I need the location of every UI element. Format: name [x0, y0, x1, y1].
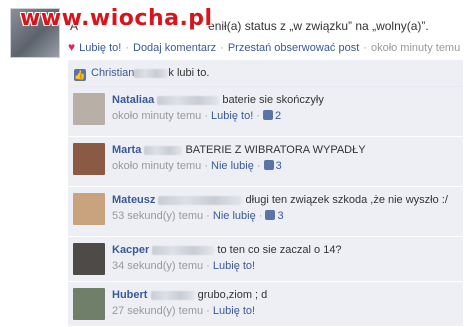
commenter-avatar[interactable]	[73, 288, 105, 320]
commenter-avatar[interactable]	[73, 243, 105, 275]
commenter-avatar[interactable]	[73, 193, 105, 225]
comment-text: to ten co sie zaczal o 14?	[217, 244, 342, 256]
comment-like-link[interactable]: Lubię to!	[211, 110, 253, 122]
comment-like-count[interactable]: 3	[263, 160, 282, 172]
post-timestamp: około minuty temu	[370, 42, 461, 54]
comment-item: Hubert grubo,ziom ; d 27 sekund(y) temu …	[68, 282, 463, 327]
comment-text: BATERIE Z WIBRATORA WYPADŁY	[185, 144, 366, 156]
comment-like-link[interactable]: Lubię to!	[213, 260, 255, 272]
comment-time: około minuty temu	[112, 110, 202, 122]
comment-text: długi ten związek szkoda ,że nie wyszło …	[245, 194, 448, 206]
comment-like-link[interactable]: Lubię to!	[213, 305, 255, 317]
comment-author[interactable]: Mateusz	[112, 194, 155, 206]
comment-like-link[interactable]: Nie lubię	[213, 210, 256, 222]
unfollow-post-link[interactable]: Przestań obserwować post	[228, 42, 359, 54]
comment-like-count[interactable]: 2	[263, 110, 281, 122]
comment-author[interactable]: Marta	[112, 144, 141, 156]
comment-author[interactable]: Nataliaa	[112, 94, 154, 106]
obscured-surname	[150, 290, 195, 300]
likes-suffix: k lubi to.	[168, 67, 210, 79]
comment-text: baterie sie skończyły	[222, 94, 324, 106]
like-post-link[interactable]: Lubię to!	[79, 42, 121, 54]
comment-like-count[interactable]: 3	[265, 210, 284, 222]
obscured-surname	[134, 68, 169, 78]
commenter-avatar[interactable]	[73, 143, 105, 175]
comment-time: 34 sekund(y) temu	[112, 260, 204, 272]
comment-text: grubo,ziom ; d	[197, 289, 268, 301]
site-watermark: www.wiocha.pl	[20, 6, 213, 31]
obscured-surname	[158, 195, 243, 205]
like-count-value: 3	[277, 210, 284, 222]
post-meta-row: ♥ Lubię to! · Dodaj komentarz · Przestań obse…	[68, 40, 460, 54]
comment-time: 53 sekund(y) temu	[112, 210, 204, 222]
obscured-surname	[144, 145, 183, 155]
obscured-surname	[152, 245, 215, 255]
separator: ·	[220, 42, 224, 54]
like-count-value: 3	[275, 160, 282, 172]
commenter-avatar[interactable]	[73, 93, 105, 125]
heart-icon: ♥	[68, 40, 76, 54]
comment-item: Mateusz długi ten związek szkoda ,że nie…	[68, 187, 463, 237]
obscured-surname	[157, 95, 220, 105]
thumbs-up-icon: 👍	[74, 69, 86, 81]
likes-summary: 👍 Christian k lubi to.	[68, 60, 463, 87]
comment-time: 27 sekund(y) temu	[112, 305, 204, 317]
comment-item: Nataliaa baterie sie skończyły około min…	[68, 87, 463, 137]
thumbs-up-icon	[263, 110, 274, 120]
comment-like-link[interactable]: Nie lubię	[211, 160, 254, 172]
status-body: enił(a) status z „w związku” na „wolny(a…	[208, 19, 429, 33]
comment-thread: 👍 Christian k lubi to. Nataliaa baterie si…	[68, 60, 463, 327]
separator: ·	[363, 42, 367, 54]
like-count-value: 2	[275, 110, 282, 122]
liker-name[interactable]: Christian	[91, 67, 134, 79]
comment-author[interactable]: Kacper	[112, 244, 149, 256]
thumbs-up-icon	[265, 210, 276, 220]
thumbs-up-icon	[263, 160, 274, 170]
separator: ·	[125, 42, 129, 54]
comment-author[interactable]: Hubert	[112, 289, 147, 301]
add-comment-link[interactable]: Dodaj komentarz	[133, 42, 216, 54]
comment-item: Marta BATERIE Z WIBRATORA WYPADŁY około …	[68, 137, 463, 187]
comment-time: około minuty temu	[112, 160, 202, 172]
comment-item: Kacper to ten co sie zaczal o 14? 34 sek…	[68, 237, 463, 282]
